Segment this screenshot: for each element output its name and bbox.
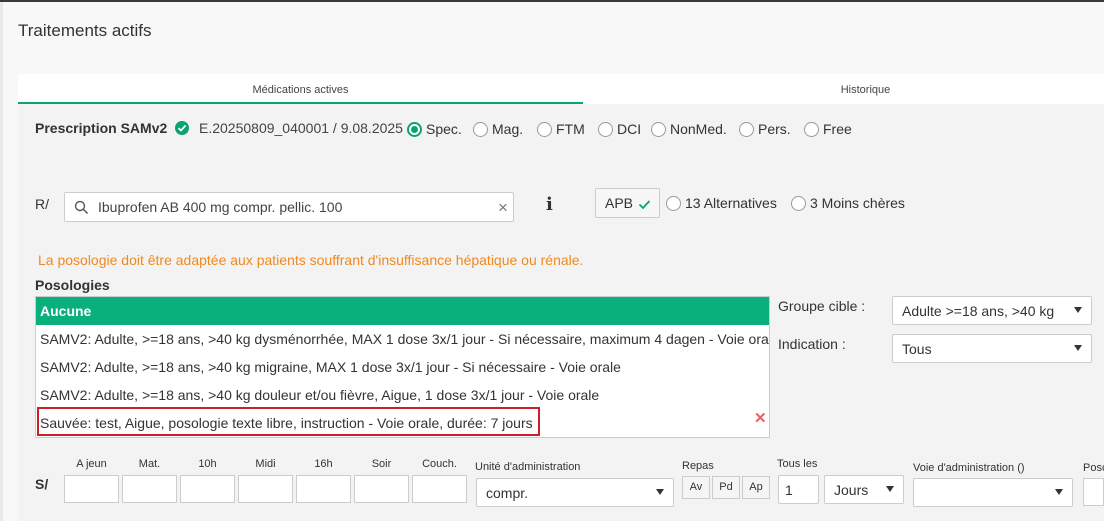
radio-dci[interactable]: DCI	[598, 121, 641, 137]
apb-label: APB	[605, 195, 634, 211]
slot-mat-input[interactable]	[122, 475, 177, 503]
radio-cheaper[interactable]: 3 Moins chères	[791, 195, 905, 211]
tab-active-medications[interactable]: Médications actives	[18, 74, 583, 104]
posologies-label: Posologies	[35, 277, 110, 293]
slot-10h-input[interactable]	[180, 475, 235, 503]
unit-value: compr.	[486, 485, 529, 501]
radio-ftm[interactable]: FTM	[537, 121, 585, 137]
active-medications-panel: Prescription SAMv2 E.20250809_040001 / 9…	[18, 104, 1104, 521]
radio-mag[interactable]: Mag.	[473, 121, 523, 137]
search-icon	[74, 200, 89, 218]
slot-soir-input[interactable]	[354, 475, 409, 503]
prescription-label: Prescription SAMv2	[35, 120, 168, 136]
radio-nonmed[interactable]: NonMed.	[651, 121, 727, 137]
radio-alternatives[interactable]: 13 Alternatives	[666, 195, 777, 211]
dosage-warning: La posologie doit être adaptée aux patie…	[38, 252, 584, 268]
list-item[interactable]: SAMV2: Adulte, >=18 ans, >40 kg migraine…	[36, 353, 769, 381]
tab-bar: Médications actives Historique	[18, 74, 1104, 104]
repas-av-button[interactable]: Av	[682, 476, 710, 499]
slot-label: 10h	[198, 458, 217, 470]
delete-icon[interactable]: ✕	[754, 409, 767, 427]
slot-label: Soir	[371, 458, 392, 470]
unit-label: Unité d'administration	[475, 461, 581, 473]
tous-les-input[interactable]: 1	[778, 475, 819, 504]
tous-les-label: Tous les	[777, 458, 818, 470]
check-icon	[638, 197, 651, 213]
repas-label: Repas	[682, 460, 714, 472]
unit-select[interactable]: compr.	[476, 478, 674, 507]
groupe-cible-select[interactable]: Adulte >=18 ans, >40 kg	[892, 296, 1092, 325]
groupe-cible-value: Adulte >=18 ans, >40 kg	[902, 303, 1055, 319]
list-item[interactable]: SAMV2: Adulte, >=18 ans, >40 kg douleur …	[36, 381, 769, 409]
chevron-down-icon	[1055, 489, 1063, 495]
radio-selected-icon	[407, 121, 422, 137]
info-icon[interactable]: i	[546, 194, 553, 215]
clear-icon[interactable]: ×	[498, 198, 508, 218]
repas-ap-button[interactable]: Ap	[742, 476, 770, 499]
search-value: Ibuprofen AB 400 mg compr. pellic. 100	[98, 199, 343, 215]
slot-16h-input[interactable]	[296, 475, 351, 503]
indication-label: Indication :	[778, 336, 846, 352]
prescription-id: E.20250809_040001 / 9.08.2025	[199, 120, 403, 136]
tous-les-value: 1	[785, 482, 793, 498]
slot-label: A jeun	[76, 458, 107, 470]
highlight-frame	[37, 407, 540, 436]
list-item[interactable]: Aucune	[36, 297, 769, 325]
poso-input[interactable]	[1083, 478, 1104, 506]
poso-label: Poso	[1083, 462, 1104, 474]
slot-couch-input[interactable]	[412, 475, 467, 503]
apb-toggle[interactable]: APB	[595, 188, 660, 218]
voie-select[interactable]	[913, 478, 1073, 507]
slot-ajeun-input[interactable]	[64, 475, 119, 503]
schedule-label: S/	[35, 476, 49, 492]
slot-label: Mat.	[138, 458, 161, 470]
list-item[interactable]: SAMV2: Adulte, >=18 ans, >40 kg dysménor…	[36, 325, 769, 353]
slot-label: 16h	[314, 458, 333, 470]
chevron-down-icon	[656, 489, 664, 495]
voie-label: Voie d'administration ()	[913, 462, 1025, 474]
indication-select[interactable]: Tous	[892, 334, 1092, 363]
groupe-cible-label: Groupe cible :	[778, 298, 866, 314]
repas-pd-button[interactable]: Pd	[712, 476, 740, 499]
radio-spec[interactable]: Spec.	[407, 121, 462, 137]
chevron-down-icon	[886, 486, 894, 492]
posologies-list: Aucune SAMV2: Adulte, >=18 ans, >40 kg d…	[35, 296, 770, 438]
period-value: Jours	[834, 482, 869, 498]
radio-pers[interactable]: Pers.	[739, 121, 791, 137]
tab-history[interactable]: Historique	[583, 74, 1104, 104]
treatments-dialog: Traitements actifs Médications actives H…	[3, 2, 1104, 521]
chevron-down-icon	[1074, 345, 1082, 351]
slot-label: Midi	[255, 458, 276, 470]
slot-label: Couch.	[422, 458, 457, 470]
period-select[interactable]: Jours	[824, 475, 904, 504]
check-circle-icon	[175, 121, 189, 135]
slot-midi-input[interactable]	[238, 475, 293, 503]
dialog-title: Traitements actifs	[18, 21, 152, 40]
chevron-down-icon	[1074, 307, 1082, 313]
medication-search-input[interactable]: Ibuprofen AB 400 mg compr. pellic. 100 ×	[64, 192, 514, 222]
radio-free[interactable]: Free	[804, 121, 852, 137]
indication-value: Tous	[902, 341, 932, 357]
rx-label: R/	[35, 196, 49, 212]
